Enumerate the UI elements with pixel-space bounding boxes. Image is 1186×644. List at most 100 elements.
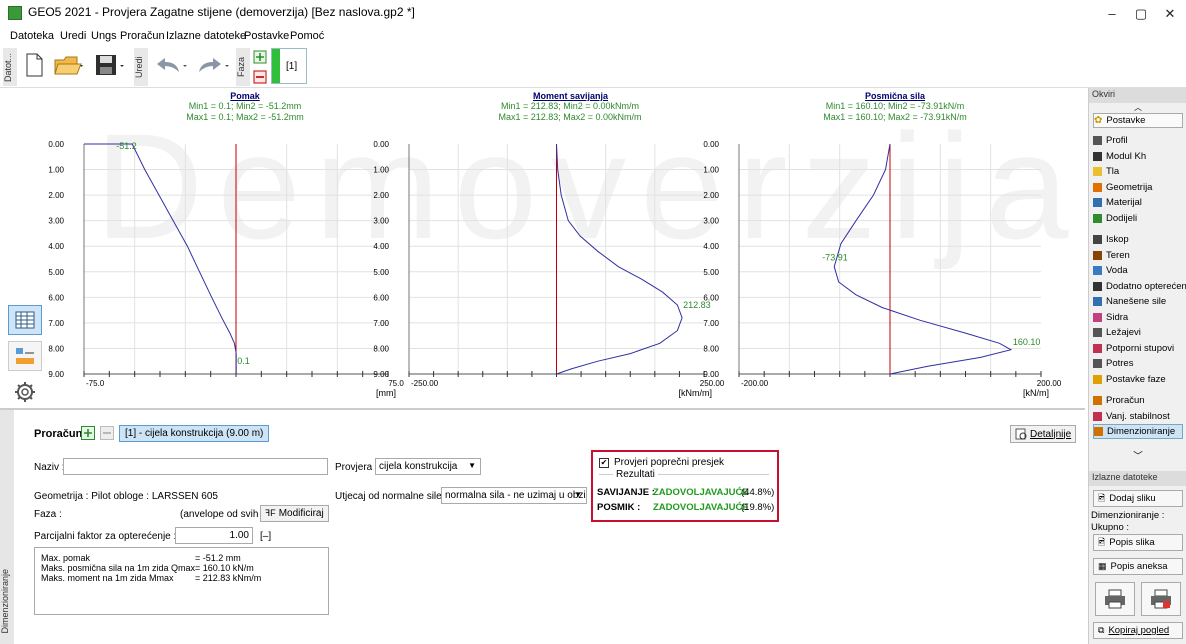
add-analysis-button[interactable] (81, 426, 95, 440)
open-file-button[interactable] (52, 50, 86, 80)
frame-item-dodijeli[interactable]: Dodijeli (1093, 211, 1186, 226)
provjera-label: Provjera : (335, 462, 378, 473)
redo-icon (199, 58, 229, 72)
save-icon (96, 55, 124, 75)
summary-line-label: Maks. moment na 1m zida Mmax (41, 573, 174, 583)
gear-icon: ✿ (1094, 115, 1103, 126)
scroll-up-icon[interactable]: ︿ (1093, 104, 1183, 112)
frame-item-proracun[interactable]: Proračun (1093, 393, 1186, 408)
postavke-frame[interactable]: ✿ Postavke (1093, 113, 1183, 128)
redo-button[interactable] (194, 50, 232, 80)
sidra-icon (1093, 312, 1102, 322)
results-box: ✔ Provjeri poprečni presjek Rezultati SA… (591, 450, 779, 522)
new-file-button[interactable] (22, 50, 46, 80)
chevron-down-icon: ▼ (468, 461, 476, 470)
data-label-top: -51.2 (116, 141, 137, 151)
minimize-button[interactable]: – (1098, 4, 1126, 24)
frame-item-label: Ležajevi (1106, 327, 1141, 338)
summary-line-label: Max. pomak (41, 553, 91, 563)
y-tick-label: 3.00 (703, 217, 719, 226)
frame-item-potres[interactable]: Potres (1093, 356, 1186, 371)
labels-button[interactable] (8, 341, 42, 371)
remove-analysis-button[interactable] (100, 426, 114, 440)
x-tick-label-min: -250.00 (411, 379, 439, 388)
settings-button[interactable] (8, 377, 42, 407)
frame-item-tla[interactable]: Tla (1093, 164, 1186, 179)
menu-pomoc[interactable]: Pomoć (290, 30, 324, 42)
y-tick-label: 1.00 (373, 166, 389, 175)
menu-postavke[interactable]: Postavke (244, 30, 289, 42)
frame-item-profil[interactable]: Profil (1093, 133, 1186, 148)
y-tick-label: 3.00 (48, 217, 64, 226)
dodaj-sliku-label: Dodaj sliku (1109, 493, 1156, 504)
kopiraj-label: Kopiraj pogled (1108, 625, 1170, 636)
y-tick-label: 8.00 (373, 344, 389, 353)
y-tick-label: 6.00 (373, 293, 389, 302)
dodaj-sliku-button[interactable]: 🖻 Dodaj sliku (1093, 490, 1183, 507)
bottom-side-label: Dimenzioniranje (0, 569, 10, 634)
frame-item-geometrija[interactable]: Geometrija (1093, 180, 1186, 195)
frame-item-potporni-stupovi[interactable]: Potporni stupovi (1093, 341, 1186, 356)
modify-icon: ꟻF (265, 508, 276, 518)
modificiraj-button[interactable]: ꟻF Modificiraj (260, 505, 329, 522)
close-button[interactable]: ✕ (1156, 4, 1184, 24)
y-tick-label: 4.00 (373, 242, 389, 251)
stage-1-button[interactable]: [1] (271, 48, 307, 84)
provjeri-checkbox[interactable]: ✔ (599, 458, 609, 468)
menu-uredi[interactable]: Uredi (60, 30, 86, 42)
print-button[interactable] (1095, 582, 1135, 616)
provjera-select[interactable]: cijela konstrukcija ▼ (375, 458, 481, 475)
maximize-button[interactable]: ▢ (1127, 4, 1155, 24)
remove-stage-button[interactable] (252, 68, 268, 86)
frame-item-label: Voda (1106, 265, 1128, 276)
frame-item-sidra[interactable]: Sidra (1093, 310, 1186, 325)
frame-item-nanesene-sile[interactable]: Nanešene sile (1093, 294, 1186, 309)
frame-item-label: Vanj. stabilnost (1106, 410, 1170, 422)
parcijalni-input[interactable]: 1.00 (175, 527, 253, 544)
dimenzioniranje-icon (1094, 427, 1103, 436)
menu-ungs[interactable]: Ungs (91, 30, 117, 42)
rezultati-header: Rezultati (613, 469, 658, 480)
title-bar: GEO5 2021 - Provjera Zagatne stijene (de… (0, 0, 1186, 30)
y-tick-label: 2.00 (703, 191, 719, 200)
print-export-button[interactable] (1141, 582, 1181, 616)
posmik-label: POSMIK : (597, 502, 641, 513)
table-view-button[interactable] (8, 305, 42, 335)
series-line (833, 143, 1013, 375)
analysis-tab-1[interactable]: [1] - cijela konstrukcija (9.00 m) (119, 425, 270, 442)
frame-item-teren[interactable]: Teren (1093, 248, 1186, 263)
bottom-side-tab[interactable]: Dimenzioniranje (0, 410, 14, 644)
frame-item-label: Profil (1106, 135, 1128, 146)
okviri-header: Okviri (1089, 88, 1186, 103)
utjecaj-select[interactable]: normalna sila - ne uzimaj u obzir ▼ (441, 487, 587, 504)
frame-item-postavke-faze[interactable]: Postavke faze (1093, 372, 1186, 387)
undo-button[interactable] (152, 50, 190, 80)
data-label-max: 160.10 (1013, 337, 1041, 347)
window-title: GEO5 2021 - Provjera Zagatne stijene (de… (28, 5, 415, 19)
add-stage-button[interactable] (252, 48, 268, 66)
frame-item-materijal[interactable]: Materijal (1093, 195, 1186, 210)
frame-item-modul-kh[interactable]: Modul Kh (1093, 149, 1186, 164)
detaljnije-button[interactable]: Detaljnije (1010, 425, 1077, 443)
menu-datoteka[interactable]: Datoteka (10, 30, 54, 42)
proracun-icon (1093, 396, 1102, 405)
frame-item-vanj-stabilnost[interactable]: Vanj. stabilnost (1093, 409, 1186, 424)
frame-item-dodatno-opterecenje[interactable]: Dodatno opterećenje (1093, 279, 1186, 294)
menu-izlazne-datoteke[interactable]: Izlazne datoteke (166, 30, 246, 42)
frame-item-dimenzioniranje[interactable]: Dimenzioniranje (1093, 424, 1183, 439)
kopiraj-pogled-button[interactable]: ⧉ Kopiraj pogled (1093, 622, 1183, 639)
frame-item-lezajevi[interactable]: Ležajevi (1093, 325, 1186, 340)
popis-aneksa-button[interactable]: ▦ Popis aneksa (1093, 558, 1183, 575)
chart-title-moment: Moment savijanja (532, 91, 609, 101)
popis-slika-button[interactable]: 🖻 Popis slika (1093, 534, 1183, 551)
naziv-input[interactable] (63, 458, 328, 475)
frame-item-label: Potres (1106, 358, 1134, 369)
postavke-faze-icon (1093, 374, 1102, 384)
menu-proracun[interactable]: Proračun (120, 30, 165, 42)
save-button[interactable] (92, 50, 128, 80)
parcijalni-label: Parcijalni faktor za opterećenje : (34, 531, 177, 542)
frame-item-iskop[interactable]: Iskop (1093, 232, 1186, 247)
scroll-down-icon[interactable]: ﹀ (1093, 447, 1183, 462)
frame-item-voda[interactable]: Voda (1093, 263, 1186, 278)
frame-item-label: Tla (1106, 166, 1120, 177)
